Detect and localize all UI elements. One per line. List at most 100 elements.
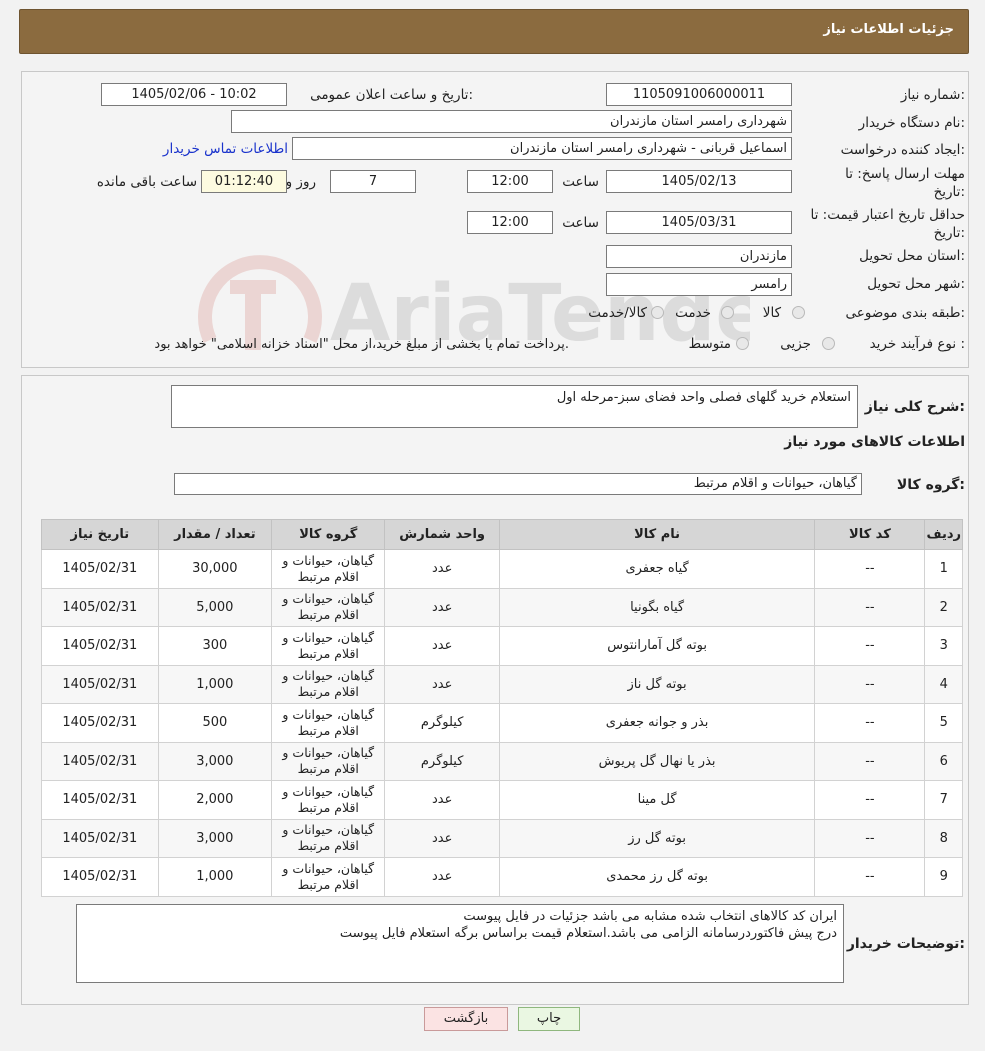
need-date-cell: 1405/02/31 — [41, 780, 159, 820]
col-group: گروه کالا — [271, 519, 386, 550]
row-number-cell: 1 — [924, 549, 963, 589]
goods-table: ردیف کد کالا نام کالا واحد شمارش گروه کا… — [41, 519, 963, 897]
quantity-cell: 5,000 — [157, 587, 273, 627]
item-code-cell: -- — [814, 857, 926, 897]
city-field: رامسر — [606, 273, 792, 296]
table-header-row: ردیف کد کالا نام کالا واحد شمارش گروه کا… — [41, 519, 963, 550]
need-date-cell: 1405/02/31 — [41, 664, 159, 704]
remaining-days-field: 7 — [330, 170, 416, 193]
buyer-org-field: شهرداری رامسر استان مازندران — [231, 110, 792, 133]
item-name-cell: بوته گل رز — [498, 818, 816, 858]
quantity-cell: 3,000 — [157, 741, 273, 781]
goods-group-field: گیاهان، حیوانات و اقلام مرتبط — [174, 473, 862, 495]
validity-time-label: ساعت — [562, 215, 599, 231]
need-date-cell: 1405/02/31 — [41, 818, 159, 858]
unit-cell: عدد — [384, 857, 500, 897]
table-row: 2 -- گیاه بگونیا عدد گیاهان، حیوانات و اقلام… — [41, 587, 963, 627]
validity-time-field: 12:00 — [467, 211, 553, 234]
group-cell: گیاهان، حیوانات و اقلام مرتبط — [271, 664, 386, 704]
group-cell: گیاهان، حیوانات و اقلام مرتبط — [271, 703, 386, 743]
reply-date-field: 1405/02/13 — [606, 170, 792, 193]
category-service-radio[interactable] — [721, 306, 734, 319]
col-quantity: تعداد / مقدار — [157, 519, 273, 550]
unit-cell: عدد — [384, 664, 500, 704]
table-row: 5 -- بذر و جوانه جعفری کیلوگرم گیاهان، حیوان… — [41, 703, 963, 743]
item-name-cell: بذر و جوانه جعفری — [498, 703, 816, 743]
category-goods-radio[interactable] — [792, 306, 805, 319]
row-number-cell: 8 — [924, 818, 963, 858]
print-button[interactable]: چاپ — [518, 1007, 580, 1031]
table-row: 7 -- گل مینا عدد گیاهان، حیوانات و اقلام مرت… — [41, 780, 963, 820]
item-name-cell: گیاه جعفری — [498, 549, 816, 589]
announce-datetime-label: تاریخ و ساعت اعلان عمومی: — [310, 87, 473, 103]
item-name-cell: گل مینا — [498, 780, 816, 820]
item-code-cell: -- — [814, 587, 926, 627]
process-medium-label: متوسط — [688, 336, 731, 352]
row-number-cell: 5 — [924, 703, 963, 743]
need-date-cell: 1405/02/31 — [41, 549, 159, 589]
reply-time-field: 12:00 — [467, 170, 553, 193]
item-name-cell: بوته گل آمارانتوس — [498, 626, 816, 666]
item-code-cell: -- — [814, 818, 926, 858]
process-minor-radio[interactable] — [822, 337, 835, 350]
category-goods-service-radio[interactable] — [651, 306, 664, 319]
city-label: شهر محل تحویل: — [867, 276, 965, 292]
reply-time-label: ساعت — [562, 174, 599, 190]
process-payment-note: پرداخت تمام یا بخشی از مبلغ خرید،از محل … — [154, 337, 569, 352]
unit-cell: عدد — [384, 780, 500, 820]
table-row: 4 -- بوته گل ناز عدد گیاهان، حیوانات و اقلام… — [41, 664, 963, 704]
need-number-field: 1105091006000011 — [606, 83, 792, 106]
item-name-cell: بذر یا نهال گل پریوش — [498, 741, 816, 781]
item-code-cell: -- — [814, 703, 926, 743]
col-item-code: کد کالا — [814, 519, 926, 550]
group-cell: گیاهان، حیوانات و اقلام مرتبط — [271, 741, 386, 781]
buyer-notes-label: توضیحات خریدار: — [846, 936, 965, 952]
buyer-notes-textarea[interactable]: ایران کد کالاهای انتخاب شده مشابه می باش… — [76, 904, 844, 983]
item-name-cell: بوته گل رز محمدی — [498, 857, 816, 897]
summary-textarea[interactable]: استعلام خرید گلهای فصلی واحد فضای سبز-مر… — [171, 385, 858, 428]
requester-field: اسماعیل قربانی - شهرداری رامسر استان ماز… — [292, 137, 792, 160]
item-code-cell: -- — [814, 741, 926, 781]
remaining-time-label: ساعت باقی مانده — [96, 174, 197, 190]
page-header: جزئیات اطلاعات نیاز — [19, 9, 969, 54]
group-cell: گیاهان، حیوانات و اقلام مرتبط — [271, 818, 386, 858]
item-code-cell: -- — [814, 664, 926, 704]
need-number-label: شماره نیاز: — [900, 87, 965, 103]
unit-cell: عدد — [384, 818, 500, 858]
page-title: جزئیات اطلاعات نیاز — [823, 22, 954, 37]
item-name-cell: گیاه بگونیا — [498, 587, 816, 627]
buyer-contact-link[interactable]: اطلاعات تماس خریدار — [163, 141, 288, 157]
group-cell: گیاهان، حیوانات و اقلام مرتبط — [271, 549, 386, 589]
row-number-cell: 4 — [924, 664, 963, 704]
item-code-cell: -- — [814, 549, 926, 589]
unit-cell: عدد — [384, 587, 500, 627]
process-medium-radio[interactable] — [736, 337, 749, 350]
province-field: مازندران — [606, 245, 792, 268]
col-row-number: ردیف — [924, 519, 963, 550]
announce-datetime-field: 1405/02/06 - 10:02 — [101, 83, 287, 106]
row-number-cell: 9 — [924, 857, 963, 897]
quantity-cell: 3,000 — [157, 818, 273, 858]
category-goods-label: کالا — [762, 305, 781, 321]
buyer-org-label: نام دستگاه خریدار: — [858, 115, 965, 131]
process-type-label: نوع فرآیند خرید : — [869, 336, 965, 352]
validity-date-field: 1405/03/31 — [606, 211, 792, 234]
back-button[interactable]: بازگشت — [424, 1007, 508, 1031]
reply-deadline-label: مهلت ارسال پاسخ: تا تاریخ: — [845, 166, 965, 200]
need-date-cell: 1405/02/31 — [41, 741, 159, 781]
remaining-days-label: روز و — [285, 174, 316, 190]
row-number-cell: 3 — [924, 626, 963, 666]
group-cell: گیاهان، حیوانات و اقلام مرتبط — [271, 857, 386, 897]
category-service-label: خدمت — [675, 305, 711, 321]
col-unit: واحد شمارش — [384, 519, 500, 550]
province-label: استان محل تحویل: — [859, 248, 965, 264]
category-label: طبقه بندی موضوعی: — [845, 305, 965, 321]
table-row: 1 -- گیاه جعفری عدد گیاهان، حیوانات و اقلام … — [41, 549, 963, 589]
unit-cell: کیلوگرم — [384, 741, 500, 781]
col-item-name: نام کالا — [498, 519, 816, 550]
table-row: 3 -- بوته گل آمارانتوس عدد گیاهان، حیوانات و… — [41, 626, 963, 666]
quantity-cell: 30,000 — [157, 549, 273, 589]
group-cell: گیاهان، حیوانات و اقلام مرتبط — [271, 780, 386, 820]
table-row: 9 -- بوته گل رز محمدی عدد گیاهان، حیوانات و … — [41, 857, 963, 897]
goods-group-label: گروه کالا: — [896, 477, 965, 493]
